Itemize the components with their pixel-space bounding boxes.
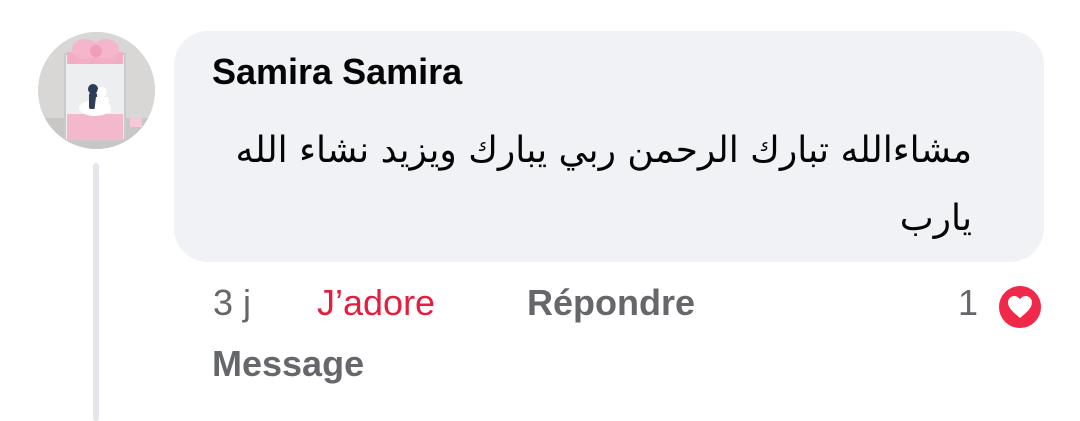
message-button[interactable]: Message <box>212 343 364 385</box>
comment-timestamp[interactable]: 3 j <box>213 282 251 324</box>
reaction-summary[interactable]: 1 <box>958 282 1048 330</box>
reply-button[interactable]: Répondre <box>527 282 695 324</box>
comment-author-name[interactable]: Samira Samira <box>212 51 462 93</box>
comment-text: مشاءالله تبارك الرحمن ربي يبارك ويزيد نش… <box>235 130 972 239</box>
like-button[interactable]: J’adore <box>317 282 435 324</box>
profile-photo-icon <box>38 32 155 149</box>
avatar[interactable] <box>38 32 155 149</box>
reaction-count: 1 <box>958 282 979 323</box>
comment-bubble[interactable]: Samira Samira مشاءالله تبارك الرحمن ربي … <box>174 31 1044 262</box>
heart-icon <box>997 284 1043 330</box>
thread-line <box>93 163 99 421</box>
